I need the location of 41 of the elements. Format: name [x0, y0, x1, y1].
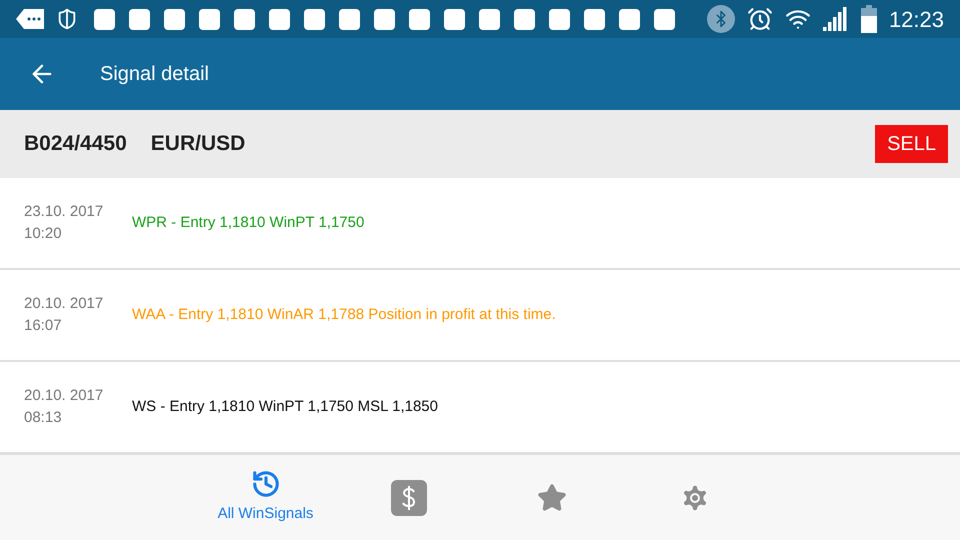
notification-icon [479, 8, 500, 30]
notification-icon [129, 8, 150, 30]
history-icon [250, 469, 280, 500]
shield-icon [56, 8, 78, 30]
signal-icon [822, 7, 849, 31]
star-icon [536, 482, 566, 512]
entry-date: 23.10. 2017 [24, 202, 104, 222]
notification-icon [584, 8, 605, 30]
notification-icon [514, 8, 535, 30]
alarm-icon [746, 6, 773, 32]
entry-time: 08:13 [24, 408, 63, 428]
screen-title: Signal detail [100, 62, 209, 87]
currency-pair: EUR/USD [150, 131, 246, 158]
clock-time: 12:23 [888, 6, 944, 34]
notification-icon [304, 8, 325, 30]
notification-icon [339, 8, 360, 30]
back-key-icon [16, 9, 44, 29]
signal-action-badge: SELL [875, 125, 948, 163]
entry-text: WS - Entry 1,1810 WinPT 1,1750 MSL 1,1850 [132, 396, 438, 417]
battery-icon [860, 5, 877, 33]
bluetooth-icon [706, 5, 735, 33]
notification-icon [94, 8, 115, 30]
notification-icon [199, 8, 220, 30]
dollar-icon [390, 480, 426, 516]
entry-text: WAA - Entry 1,1810 WinAR 1,1788 Position in profit at this time. [132, 304, 556, 325]
entry-text: WPR - Entry 1,1810 WinPT 1,1750 [132, 212, 364, 233]
notification-icon [269, 8, 290, 30]
entry-date: 20.10. 2017 [24, 386, 104, 406]
notification-icon [164, 8, 185, 30]
entry-time: 16:07 [24, 316, 63, 336]
notification-icon [374, 8, 395, 30]
nav-tab[interactable]: All WinSignals [194, 455, 337, 540]
notification-icon [234, 8, 255, 30]
notification-icon [409, 8, 430, 30]
notification-icon [654, 8, 675, 30]
notification-icon [619, 8, 640, 30]
signal-code: B024/4450 [24, 131, 127, 158]
notification-icon [444, 8, 465, 30]
entry-time: 10:20 [24, 224, 63, 244]
notification-icon [549, 8, 570, 30]
entry-date: 20.10. 2017 [24, 294, 104, 314]
